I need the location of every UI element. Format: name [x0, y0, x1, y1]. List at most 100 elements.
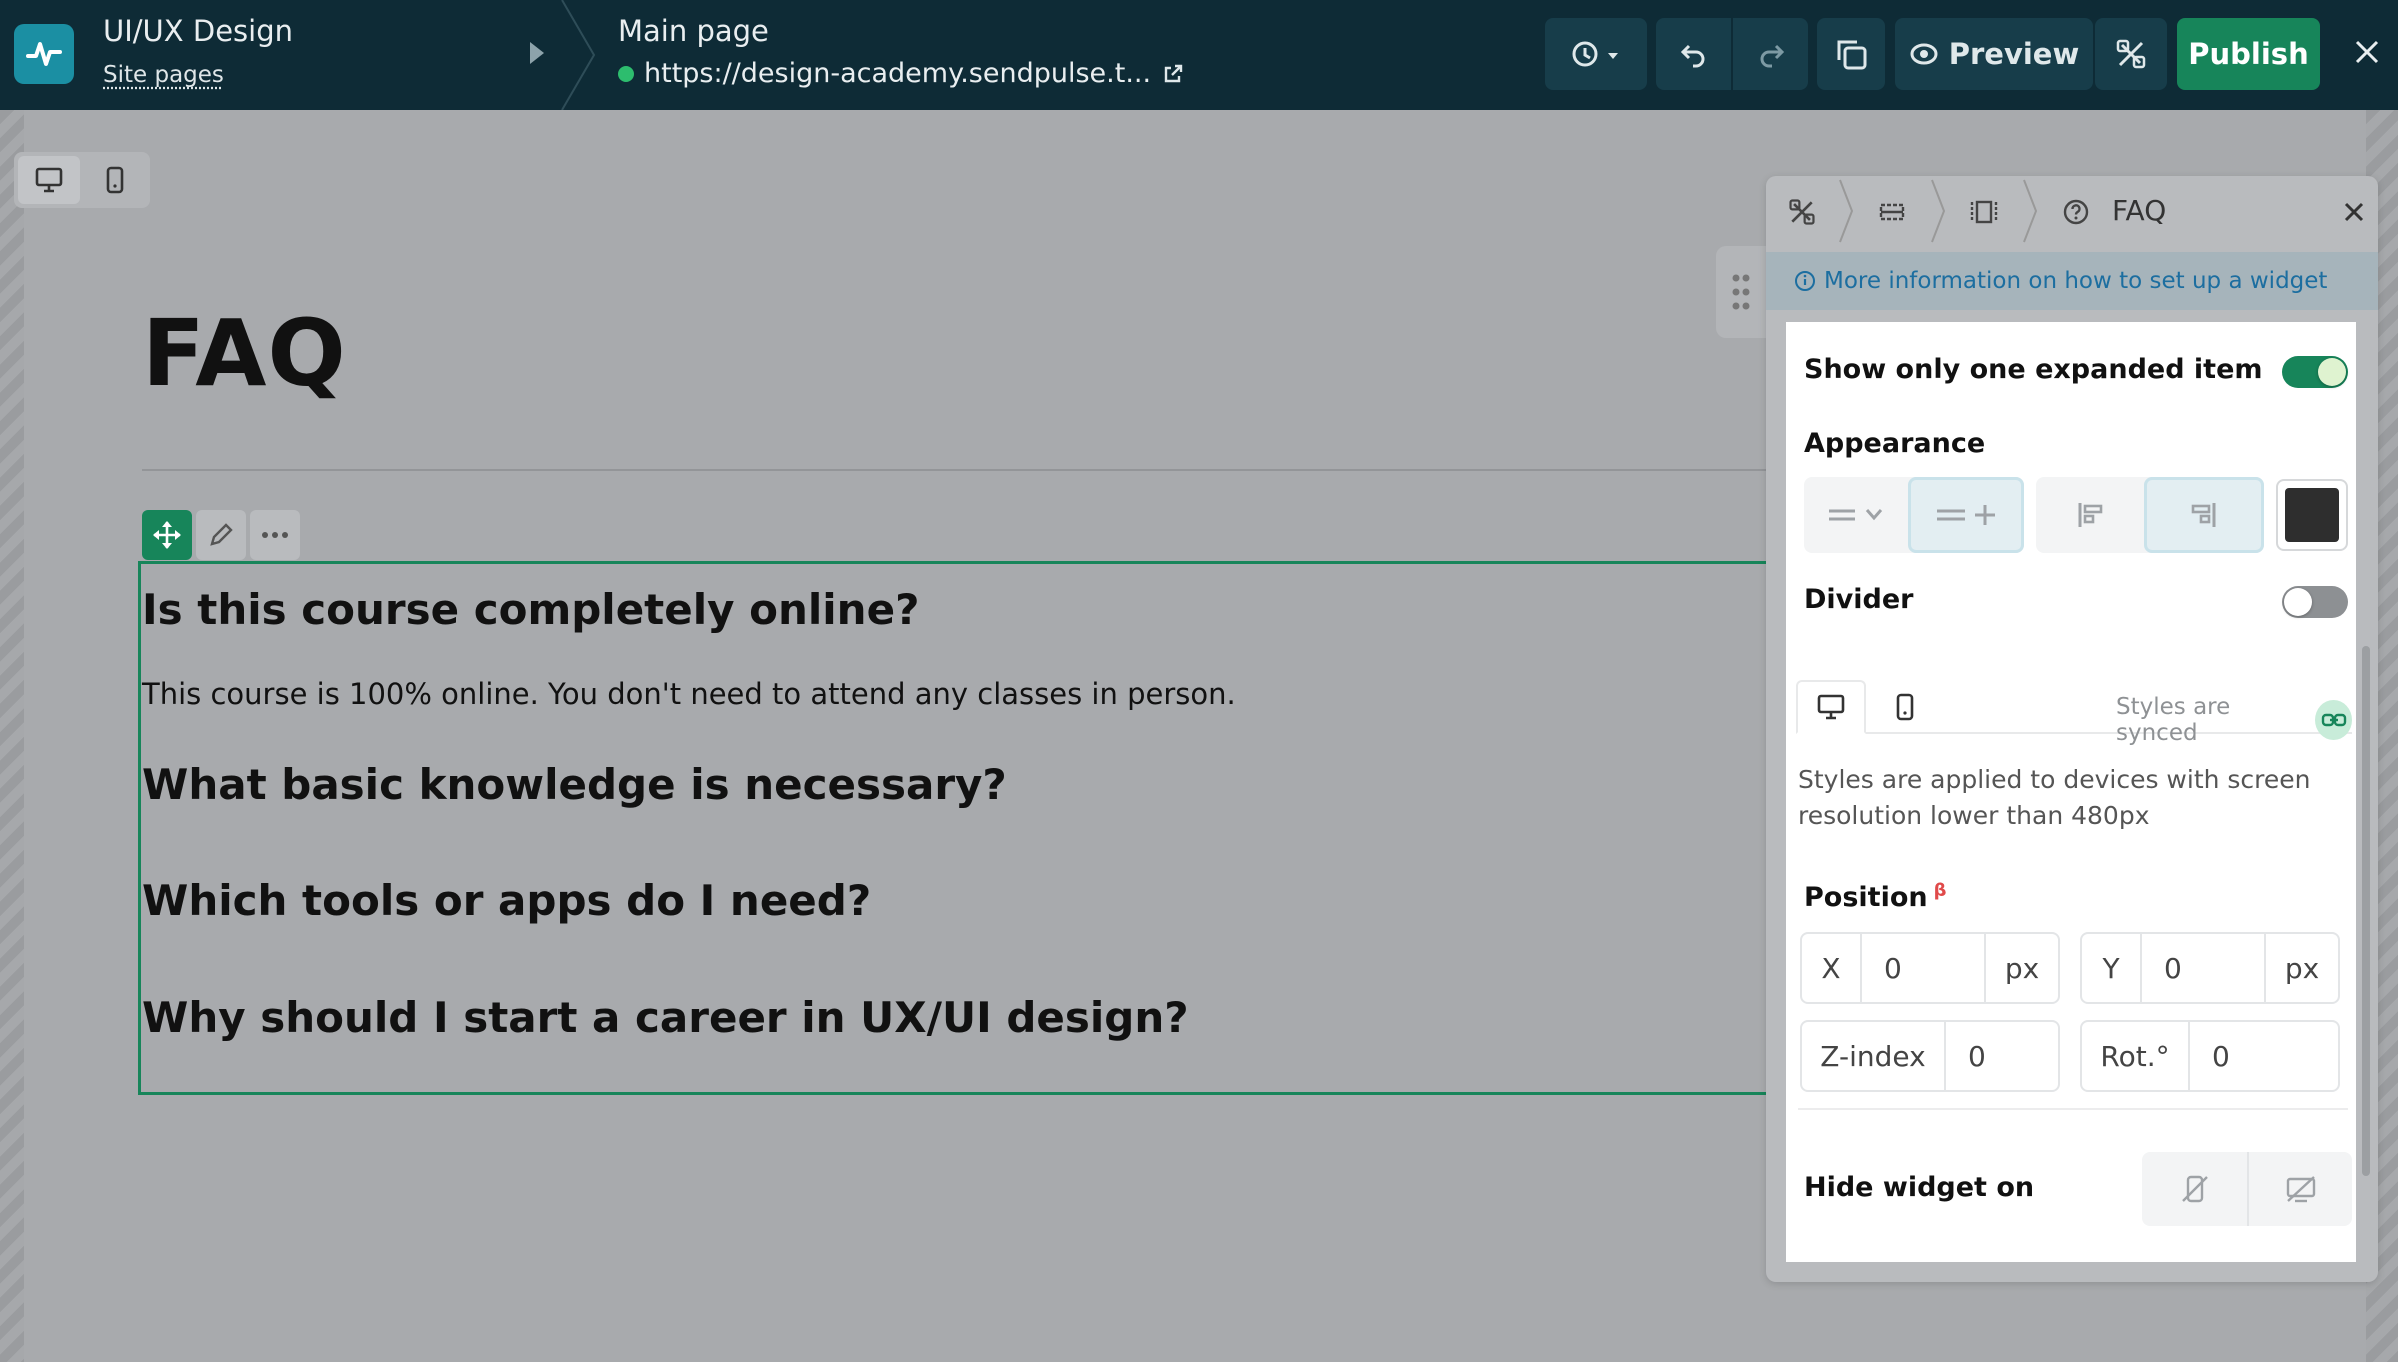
close-panel-button[interactable]	[2336, 194, 2372, 230]
divider-label: Divider	[1804, 584, 1914, 615]
rotation-field: Rot.° 0	[2080, 1020, 2340, 1092]
close-icon	[2355, 40, 2379, 64]
hide-mobile-icon	[2181, 1175, 2208, 1203]
appearance-label: Appearance	[1804, 428, 1986, 459]
styles-synced-status: Styles are synced	[2116, 694, 2352, 746]
site-pages-link[interactable]: Site pages	[103, 62, 224, 88]
z-index-label: Z-index	[1802, 1022, 1946, 1090]
breadcrumb-chevron	[1839, 179, 1854, 243]
rotation-label: Rot.°	[2082, 1022, 2190, 1090]
x-input[interactable]: 0	[1862, 934, 1984, 1002]
icon-color-picker[interactable]	[2276, 479, 2348, 551]
hide-on-desktop-button[interactable]	[2247, 1152, 2352, 1226]
widget-settings-panel: FAQ More information on how to set up a …	[1766, 176, 2378, 1282]
faq-question-3[interactable]: Which tools or apps do I need?	[142, 876, 871, 925]
page-url-text: https://design-academy.sendpulse.t...	[644, 58, 1152, 89]
chevron-down-icon	[1829, 509, 1883, 521]
move-widget-button[interactable]	[142, 510, 192, 560]
tab-desktop[interactable]	[1796, 680, 1866, 734]
section-breadcrumb-button[interactable]	[1874, 194, 1910, 230]
pulse-logo-icon[interactable]	[14, 24, 74, 84]
column-breadcrumb-button[interactable]	[1966, 194, 2002, 230]
hide-desktop-icon	[2286, 1176, 2315, 1203]
appearance-icon-position	[2036, 477, 2264, 553]
desktop-view-button[interactable]	[18, 156, 80, 204]
position-y-field: Y 0 px	[2080, 932, 2340, 1004]
faq-question-2[interactable]: What basic knowledge is necessary?	[142, 760, 1007, 809]
widget-help-link[interactable]: More information on how to set up a widg…	[1766, 252, 2378, 310]
page-url[interactable]: https://design-academy.sendpulse.t...	[618, 58, 1185, 89]
color-swatch	[2285, 488, 2339, 542]
more-options-button[interactable]	[250, 510, 300, 560]
redo-icon	[1760, 44, 1784, 68]
column-icon	[1970, 200, 1998, 224]
icon-left-option[interactable]	[2036, 477, 2144, 553]
device-styles-note: Styles are applied to devices with scree…	[1798, 765, 2311, 830]
preview-label: Preview	[1948, 37, 2080, 71]
mobile-icon	[106, 166, 124, 194]
link-icon[interactable]	[2315, 700, 2352, 740]
panel-drag-handle[interactable]	[1716, 246, 1766, 338]
tools-icon	[2116, 39, 2146, 69]
widget-toolbar	[142, 510, 300, 560]
chevron-style-option[interactable]	[1804, 477, 1908, 553]
copy-style-icon	[1837, 40, 1867, 70]
section-icon	[1879, 203, 1905, 221]
icon-right-option[interactable]	[2144, 477, 2264, 553]
breadcrumb-separator	[561, 0, 596, 110]
close-editor-button[interactable]	[2345, 30, 2389, 74]
faq-question-1[interactable]: Is this course completely online?	[142, 585, 919, 634]
tools-icon	[1789, 199, 1815, 225]
site-title: UI/UX Design	[103, 14, 293, 48]
divider-toggle[interactable]	[2282, 586, 2348, 618]
device-switcher	[14, 152, 150, 208]
drag-handle-icon	[1732, 274, 1750, 310]
y-input[interactable]: 0	[2142, 934, 2264, 1002]
move-icon	[153, 521, 181, 549]
section-divider	[1798, 1108, 2348, 1110]
panel-breadcrumb: FAQ	[1766, 176, 2378, 246]
tools-breadcrumb-button[interactable]	[1784, 194, 1820, 230]
y-unit: px	[2264, 934, 2338, 1002]
design-tools-button[interactable]	[2095, 18, 2167, 90]
position-label: Position β	[1804, 880, 1947, 913]
publish-button[interactable]: Publish	[2177, 18, 2320, 90]
breadcrumb-chevron	[2023, 179, 2038, 243]
tab-mobile[interactable]	[1870, 680, 1940, 734]
position-x-field: X 0 px	[1800, 932, 2060, 1004]
history-button[interactable]	[1545, 18, 1647, 90]
faq-answer-1: This course is 100% online. You don't ne…	[142, 677, 1236, 711]
panel-scrollbar[interactable]	[2362, 646, 2370, 1176]
undo-button[interactable]	[1656, 18, 1731, 90]
pencil-icon	[210, 523, 233, 546]
mobile-view-button[interactable]	[84, 156, 146, 204]
mobile-icon	[1896, 693, 1914, 721]
show-one-label: Show only one expanded item	[1804, 354, 2263, 385]
desktop-icon	[35, 167, 63, 193]
show-one-toggle[interactable]	[2282, 356, 2348, 388]
question-icon	[2063, 199, 2089, 225]
preview-button[interactable]: Preview	[1895, 18, 2093, 90]
page-title: Main page	[618, 14, 769, 48]
edit-widget-button[interactable]	[196, 510, 246, 560]
copy-style-button[interactable]	[1817, 18, 1885, 90]
x-unit: px	[1984, 934, 2058, 1002]
y-label: Y	[2082, 934, 2142, 1002]
external-link-icon[interactable]	[1161, 62, 1185, 86]
breadcrumb-chevron	[1931, 179, 1946, 243]
z-index-input[interactable]: 0	[1946, 1022, 2058, 1090]
appearance-icon-style	[1804, 477, 2024, 553]
faq-heading[interactable]: FAQ	[142, 300, 347, 407]
faq-widget-icon	[2058, 194, 2094, 230]
beta-badge: β	[1933, 880, 1947, 901]
rotation-input[interactable]: 0	[2190, 1022, 2338, 1090]
expand-arrow-icon[interactable]	[524, 38, 548, 72]
styles-synced-label: Styles are synced	[2116, 694, 2231, 746]
redo-button[interactable]	[1733, 18, 1808, 90]
faq-question-4[interactable]: Why should I start a career in UX/UI des…	[142, 993, 1189, 1042]
history-icon	[1572, 41, 1618, 67]
close-icon	[2344, 202, 2364, 222]
plus-style-option[interactable]	[1908, 477, 2024, 553]
hide-on-mobile-button[interactable]	[2142, 1152, 2247, 1226]
align-right-icon	[2191, 503, 2216, 527]
